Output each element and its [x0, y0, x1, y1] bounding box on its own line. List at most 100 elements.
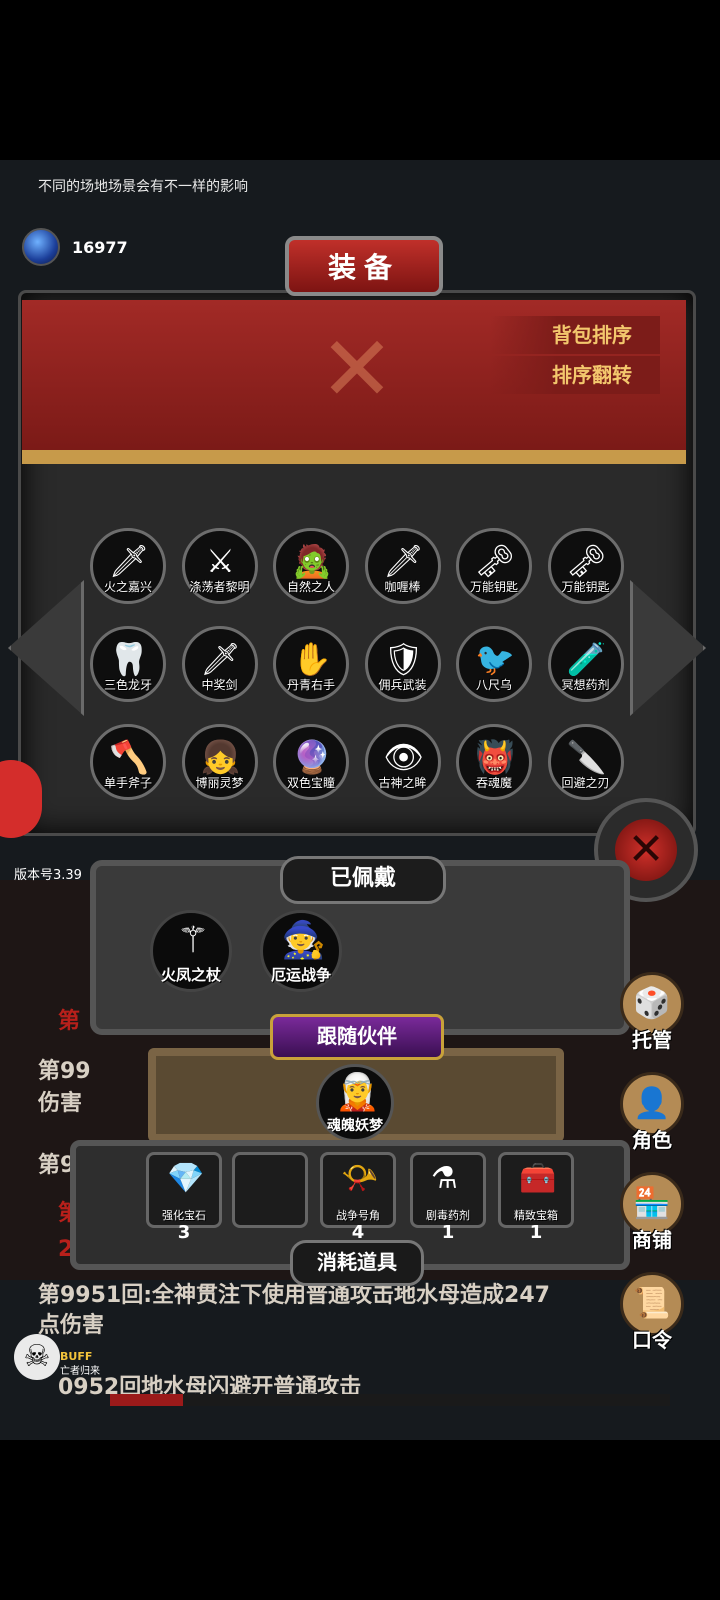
- equipped-item[interactable]: ⚚ 火凤之杖: [150, 910, 232, 992]
- inventory-item[interactable]: 👁 古神之眸: [364, 724, 441, 800]
- consumable-slot[interactable]: 💎 强化宝石: [146, 1152, 222, 1228]
- version-label: 版本号3.39: [14, 868, 82, 883]
- inventory-item-label: 中奖剑: [201, 678, 238, 692]
- dice-icon: 🎲: [633, 986, 671, 1021]
- inventory-item[interactable]: 👹 吞魂魔: [456, 724, 532, 800]
- gem-count: 16977: [72, 237, 128, 257]
- inventory-item[interactable]: 🗝 万能钥匙: [547, 528, 624, 604]
- scene-hint: 不同的场地场景会有不一样的影响: [38, 179, 248, 195]
- green-golem-icon: 🧟: [292, 542, 332, 580]
- inventory-item[interactable]: 🔪 回避之刃: [547, 724, 624, 800]
- inventory-item-label: 佣兵武装: [378, 678, 427, 692]
- red-warrior-icon: 🧙: [281, 920, 326, 961]
- inventory-item-label: 八尺乌: [475, 678, 512, 692]
- youmu-icon: 🧝: [335, 1072, 380, 1113]
- silver-sword-icon: 🗡: [200, 640, 241, 678]
- buff-sub: 亡者归来: [60, 1366, 100, 1377]
- skull-icon[interactable]: ☠: [14, 1334, 60, 1380]
- scroll-icon: 📜: [633, 1286, 671, 1321]
- inventory-item-label: 冥想药剂: [561, 678, 610, 692]
- consumable-count: 1: [441, 1222, 455, 1243]
- equipped-item[interactable]: 🧙 厄运战争: [260, 910, 342, 992]
- inventory-item[interactable]: 🪓 单手斧子: [90, 724, 166, 800]
- inventory-item-label: 涤荡者黎明: [189, 580, 250, 594]
- inventory-item[interactable]: 🗡 咖喱棒: [364, 528, 441, 604]
- inventory-item[interactable]: 🔮 双色宝瞳: [273, 724, 349, 800]
- consumable-label: 强化宝石: [162, 1209, 206, 1222]
- inventory-item-label: 回避之刃: [561, 776, 610, 790]
- curved-blade-icon: 🔪: [566, 738, 607, 776]
- inventory-item[interactable]: 🧟 自然之人: [273, 528, 349, 604]
- fire-staff-icon: ⚚: [176, 920, 210, 961]
- cross-sword-icon: ⚔: [206, 542, 235, 580]
- war-horn-icon: 📯: [341, 1161, 379, 1196]
- empty-consumable-slot[interactable]: [232, 1152, 308, 1228]
- consumable-label: 精致宝箱: [514, 1209, 558, 1222]
- fire-blade-icon: 🗡: [108, 542, 150, 580]
- companion-name: 魂魄妖梦: [327, 1118, 383, 1134]
- golden-sword-icon: 🗡: [383, 542, 424, 580]
- inventory-item-label: 万能钥匙: [469, 580, 518, 594]
- red-demon-icon: 👹: [475, 738, 515, 776]
- consumable-slot[interactable]: ⚗ 剧毒药剂: [410, 1152, 486, 1228]
- side-menu-label: 口令: [632, 1328, 672, 1352]
- shrine-maiden-icon: 👧: [200, 738, 241, 776]
- log-line: 第: [58, 1009, 81, 1034]
- armored-knight-icon: 🛡: [383, 640, 424, 678]
- inventory-item-label: 火之嘉兴: [103, 580, 152, 594]
- consumables-title: 消耗道具: [290, 1240, 424, 1286]
- consumable-label: 剧毒药剂: [426, 1209, 470, 1222]
- gem-counter: 16977: [22, 228, 128, 266]
- amulet-icon: 🔮: [292, 738, 332, 776]
- inventory-item[interactable]: 🦷 三色龙牙: [90, 626, 166, 702]
- equipped-title: 已佩戴: [280, 856, 446, 904]
- inventory-item-label: 三色龙牙: [103, 678, 152, 692]
- crow-icon: 🐦: [475, 640, 515, 678]
- inventory-item-label: 双色宝瞳: [286, 776, 335, 790]
- axe-icon: 🪓: [109, 738, 149, 776]
- inventory-item[interactable]: 🐦 八尺乌: [456, 626, 532, 702]
- inventory-item[interactable]: 🗡 中奖剑: [181, 626, 258, 702]
- inventory-item-label: 单手斧子: [103, 776, 152, 790]
- inventory-item[interactable]: ⚔ 涤荡者黎明: [181, 528, 258, 604]
- consumable-label: 战争号角: [336, 1209, 380, 1222]
- companion-slot[interactable]: 🧝 魂魄妖梦: [316, 1064, 394, 1142]
- white-glove-icon: ✋: [292, 640, 332, 678]
- inventory-item[interactable]: 🗝 万能钥匙: [456, 528, 532, 604]
- tricolor-fang-icon: 🦷: [109, 640, 149, 678]
- inventory-item[interactable]: 🛡 佣兵武装: [364, 626, 441, 702]
- consumable-slot[interactable]: 🧰 精致宝箱: [498, 1152, 574, 1228]
- inventory-grid: 🗡 火之嘉兴 ⚔ 涤荡者黎明 🧟 自然之人 🗡 咖喱棒 🗝 万能钥匙 🗝 万能钥匙 🦷 三色龙牙 🗡 中奖剑 ✋…: [90, 528, 650, 808]
- golden-key-icon: 🗝: [566, 542, 607, 580]
- equipped-item-label: 火凤之杖: [160, 966, 221, 984]
- progress-fill: [110, 1394, 183, 1406]
- inventory-item-label: 吞魂魔: [475, 776, 512, 790]
- inventory-item-label: 丹青右手: [286, 678, 335, 692]
- equipped-item-label: 厄运战争: [270, 966, 331, 984]
- inventory-item-label: 博丽灵梦: [195, 776, 244, 790]
- inventory-item-label: 咖喱棒: [384, 580, 421, 594]
- inventory-item[interactable]: 🗡 火之嘉兴: [90, 528, 166, 604]
- inventory-item[interactable]: 👧 博丽灵梦: [181, 724, 258, 800]
- green-gem-icon: 💎: [167, 1161, 205, 1196]
- inventory-item[interactable]: ✋ 丹青右手: [273, 626, 349, 702]
- poison-flask-icon: ⚗: [431, 1161, 458, 1196]
- golden-key-icon: 🗝: [474, 542, 516, 580]
- consumable-slot[interactable]: 📯 战争号角: [320, 1152, 396, 1228]
- crossed-swords-icon: ✕: [319, 317, 395, 422]
- panel-title: 装备: [285, 236, 443, 296]
- companion-title: 跟随伙伴: [270, 1014, 444, 1060]
- sort-reverse-button[interactable]: 排序翻转: [490, 356, 660, 394]
- inventory-item[interactable]: 🧪 冥想药剂: [547, 626, 624, 702]
- log-line: 第9951回:全神贯注下使用普通攻击地水母造成247: [38, 1283, 550, 1308]
- bag-sort-button[interactable]: 背包排序: [490, 316, 660, 354]
- battle-progress-bar: [110, 1394, 670, 1406]
- treasure-chest-icon: 🧰: [519, 1161, 557, 1196]
- consumable-count: 3: [177, 1222, 191, 1243]
- inventory-item-label: 万能钥匙: [561, 580, 610, 594]
- hooded-figure-icon: 👤: [633, 1086, 671, 1121]
- side-menu-label: 托管: [632, 1028, 672, 1052]
- red-eye-icon: 👁: [383, 738, 424, 776]
- side-menu-label: 商铺: [632, 1228, 672, 1252]
- potion-icon: 🧪: [566, 640, 607, 678]
